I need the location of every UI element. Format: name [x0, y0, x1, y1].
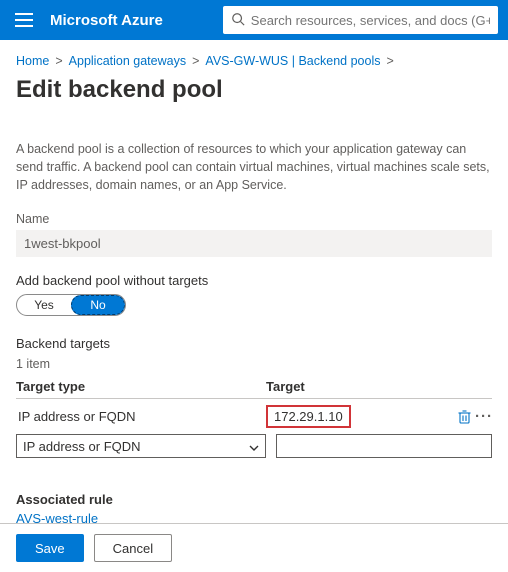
targets-table: Target type Target IP address or FQDN 17…	[16, 379, 492, 458]
search-icon	[231, 12, 245, 29]
new-target-row: IP address or FQDN	[16, 434, 492, 458]
backend-targets-heading: Backend targets	[16, 336, 492, 351]
chevron-down-icon	[249, 439, 259, 454]
cancel-button[interactable]: Cancel	[94, 534, 172, 562]
save-button[interactable]: Save	[16, 534, 84, 562]
target-type-value: IP address or FQDN	[16, 409, 266, 424]
search-wrap	[223, 0, 498, 40]
table-row: IP address or FQDN 172.29.1.10 ···	[16, 399, 492, 430]
col-target: Target	[266, 379, 492, 394]
page-title: Edit backend pool	[16, 76, 492, 104]
breadcrumb-home[interactable]: Home	[16, 54, 49, 68]
dropdown-value: IP address or FQDN	[23, 439, 141, 454]
targets-header-row: Target type Target	[16, 379, 492, 399]
target-ip[interactable]: 172.29.1.10	[266, 405, 351, 428]
toggle-no[interactable]: No	[71, 295, 125, 315]
breadcrumb-pool[interactable]: AVS-GW-WUS | Backend pools	[205, 54, 380, 68]
topbar: Microsoft Azure	[0, 0, 508, 40]
associated-rule-heading: Associated rule	[16, 492, 492, 507]
chevron-right-icon: >	[55, 54, 62, 68]
toggle-yes[interactable]: Yes	[17, 295, 71, 315]
breadcrumb: Home > Application gateways > AVS-GW-WUS…	[16, 50, 492, 76]
breadcrumb-appgw[interactable]: Application gateways	[69, 54, 186, 68]
row-actions: ···	[456, 409, 492, 425]
target-value-cell: 172.29.1.10	[266, 405, 450, 428]
menu-icon[interactable]	[0, 0, 48, 40]
col-target-type: Target type	[16, 379, 266, 394]
brand-label: Microsoft Azure	[48, 12, 163, 29]
without-targets-toggle[interactable]: Yes No	[16, 294, 126, 316]
targets-count: 1 item	[16, 357, 492, 371]
delete-icon[interactable]	[456, 409, 472, 425]
more-icon[interactable]: ···	[476, 409, 492, 425]
associated-rule-section: Associated rule AVS-west-rule	[16, 492, 492, 526]
content-area: Home > Application gateways > AVS-GW-WUS…	[0, 40, 508, 526]
target-type-dropdown[interactable]: IP address or FQDN	[16, 434, 266, 458]
chevron-right-icon: >	[386, 54, 393, 68]
footer-bar: Save Cancel	[0, 523, 508, 572]
search-box[interactable]	[223, 6, 498, 34]
name-input	[16, 230, 492, 257]
search-input[interactable]	[251, 13, 490, 28]
page-description: A backend pool is a collection of resour…	[16, 140, 492, 194]
chevron-right-icon: >	[192, 54, 199, 68]
target-value-input[interactable]	[276, 434, 492, 458]
without-targets-label: Add backend pool without targets	[16, 273, 492, 288]
name-label: Name	[16, 212, 492, 226]
